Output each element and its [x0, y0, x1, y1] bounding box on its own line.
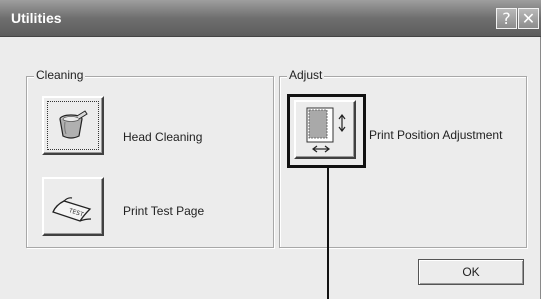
test-page-icon: TEST	[52, 197, 92, 222]
close-icon: ✕	[521, 9, 536, 28]
head-cleaning-button[interactable]	[42, 96, 104, 155]
help-button[interactable]: ?	[496, 8, 517, 29]
adjust-group-label: Adjust	[287, 68, 325, 82]
utilities-dialog: Utilities ? ✕ Cleaning Head Cleaning TES…	[0, 0, 541, 299]
cleaning-group-label: Cleaning	[34, 68, 86, 82]
ok-button[interactable]: OK	[418, 259, 524, 285]
callout-highlight-box	[287, 94, 366, 168]
print-test-page-button[interactable]: TEST	[42, 177, 104, 236]
ink-cup-icon	[59, 110, 88, 139]
print-position-adjustment-label: Print Position Adjustment	[369, 128, 503, 142]
help-icon: ?	[502, 9, 511, 28]
close-button[interactable]: ✕	[518, 8, 539, 29]
head-cleaning-label: Head Cleaning	[123, 130, 203, 144]
print-test-page-label: Print Test Page	[123, 204, 205, 218]
window-title: Utilities	[11, 10, 62, 26]
callout-leader-line	[327, 168, 329, 299]
title-bar[interactable]: Utilities ? ✕	[0, 0, 541, 37]
